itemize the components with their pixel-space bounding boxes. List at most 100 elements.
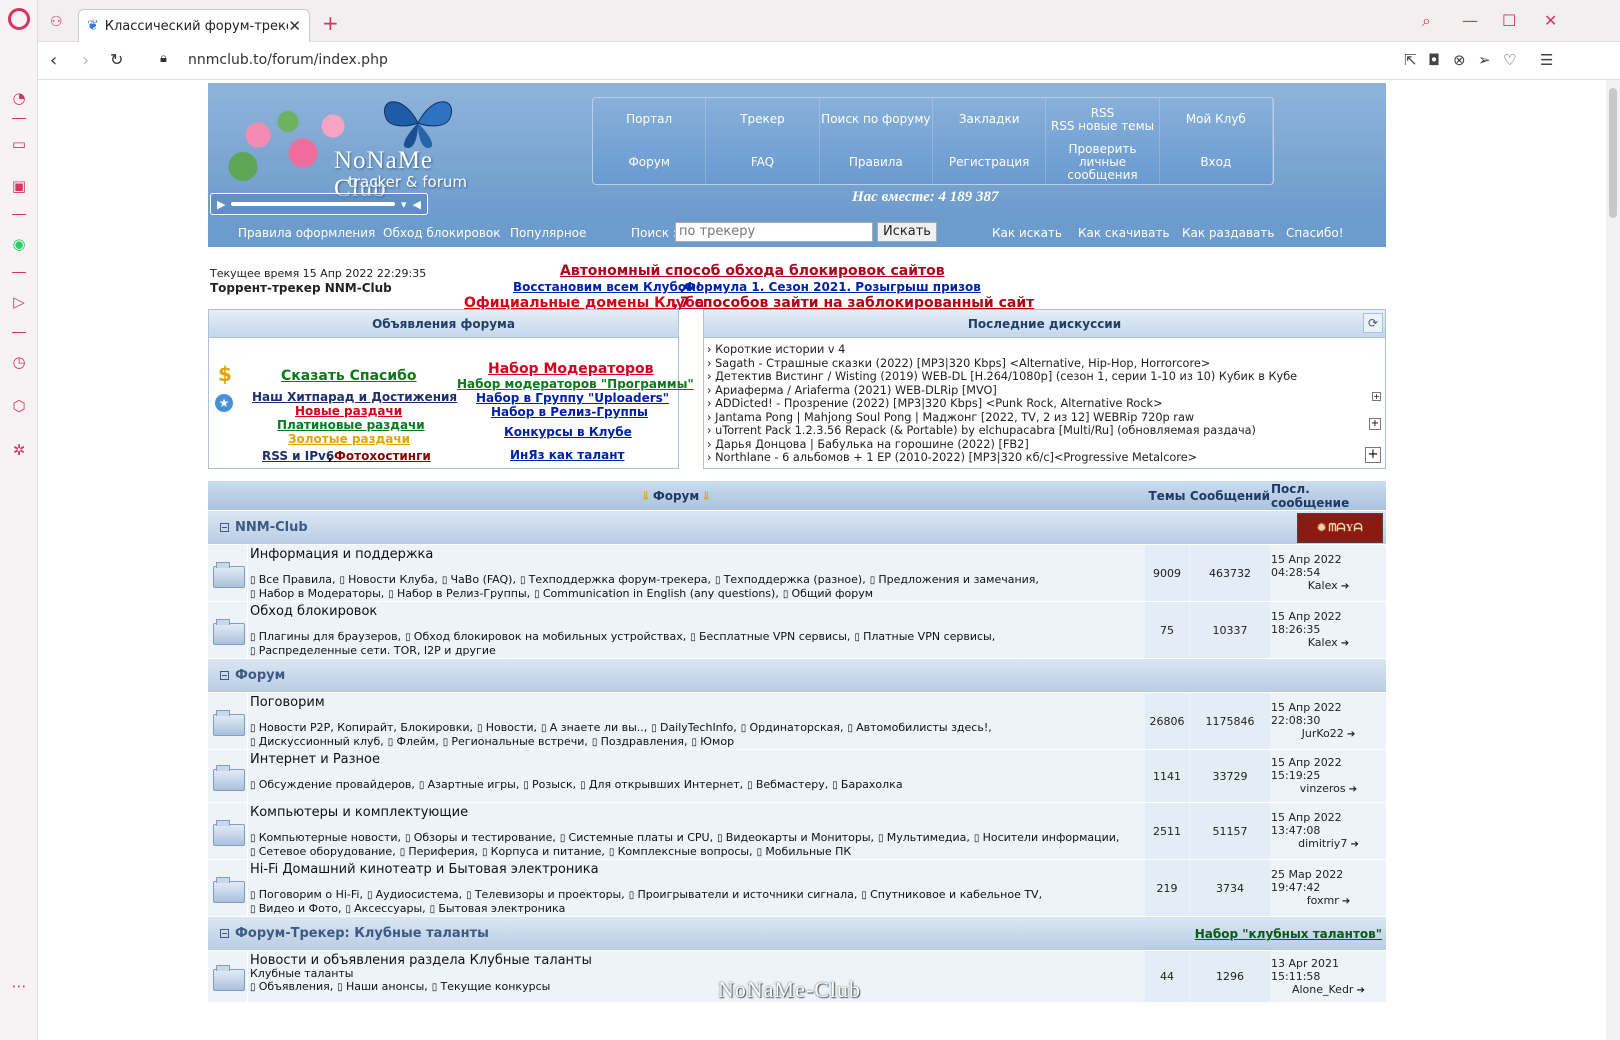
release-groups-link[interactable]: Набор в Релиз-Группы (491, 405, 648, 419)
announce-formula1-link[interactable]: Формула 1. Сезон 2021. Розыгрыш призов (684, 280, 981, 294)
subnav-thanks[interactable]: Спасибо! (1286, 226, 1344, 240)
forum-title-link[interactable]: Интернет и Разное (250, 752, 380, 767)
briefcase-icon[interactable]: ▭ (9, 134, 29, 154)
discussion-item[interactable]: › Короткие истории v 4 (707, 343, 845, 356)
expand-small-icon[interactable]: + (1372, 392, 1381, 401)
goto-last-post-icon[interactable]: ➔ (1344, 729, 1355, 740)
back-icon[interactable]: ‹ (50, 50, 57, 71)
contests-link[interactable]: Конкурсы в Клубе (504, 425, 632, 439)
new-releases-link[interactable]: Новые раздачи (295, 404, 402, 418)
subforum-link[interactable]: Азартные игры, (419, 778, 519, 791)
subnav-how-seed[interactable]: Как раздавать (1182, 226, 1274, 240)
expand-large-icon[interactable]: + (1365, 447, 1381, 463)
url-field[interactable]: nnmclub.to/forum/index.php (188, 52, 388, 68)
last-post-user-link[interactable]: dimitriy7 (1298, 837, 1347, 850)
subforum-link[interactable]: Региональные встречи, (443, 735, 588, 748)
menu-icon[interactable]: ☰ (1540, 51, 1553, 69)
new-tab-icon[interactable]: + (322, 11, 339, 35)
subforum-link[interactable]: Объявления, (250, 980, 333, 993)
subforum-link[interactable]: Мультимедиа, (878, 831, 970, 844)
subforum-link[interactable]: Поговорим о Hi-Fi, (250, 888, 363, 901)
forum-title-link[interactable]: Компьютеры и комплектующие (250, 805, 468, 820)
goto-last-post-icon[interactable]: ➔ (1346, 784, 1357, 795)
forum-title-link[interactable]: Поговорим (250, 695, 325, 710)
collapse-icon[interactable] (220, 671, 229, 680)
collapse-icon[interactable] (220, 523, 229, 532)
subforum-link[interactable]: Набор в Релиз-Группы, (388, 587, 530, 600)
play-icon[interactable]: ▶ (217, 198, 225, 211)
subforum-link[interactable]: Обсуждение провайдеров, (250, 778, 415, 791)
subforum-link[interactable]: Техподдержка (разное), (715, 573, 866, 586)
forward-icon[interactable]: › (82, 50, 89, 71)
nav-register[interactable]: Регистрация (933, 141, 1047, 184)
browser-tab[interactable]: ❦ Классический форум-трекер ✕ (78, 9, 310, 42)
last-post-user-link[interactable]: vinzeros (1300, 782, 1346, 795)
maximize-icon[interactable]: ☐ (1502, 11, 1516, 30)
discussion-item[interactable]: › uTorrent Pack 1.2.3.56 Repack (& Porta… (707, 424, 1256, 437)
dropdown-icon[interactable]: ▾ (401, 198, 407, 211)
subforum-link[interactable]: Видео и Фото, (250, 902, 341, 915)
goto-last-post-icon[interactable]: ➔ (1347, 839, 1359, 850)
announce-bypass-link[interactable]: Автономный способ обхода блокировок сайт… (560, 263, 945, 279)
subforum-link[interactable]: Спутниковое и кабельное TV, (861, 888, 1042, 901)
goto-last-post-icon[interactable]: ➔ (1339, 896, 1350, 907)
audio-player[interactable]: ▶ ▾ ◀ (210, 193, 428, 215)
goto-last-post-icon[interactable]: ➔ (1338, 581, 1349, 592)
photo-hosting-link[interactable]: Фотохостинги (334, 449, 431, 463)
discussion-item[interactable]: › Дарья Донцова | Бабулька на горошине (… (707, 438, 1029, 451)
discussion-item[interactable]: › Ариаферма / Ariaferma (2021) WEB-DLRip… (707, 384, 997, 397)
moderators-programs-link[interactable]: Набор модераторов "Программы" (457, 377, 694, 391)
reload-icon[interactable]: ↻ (110, 50, 123, 69)
last-post-user-link[interactable]: Alone_Kedr (1292, 983, 1354, 996)
forum-title-link[interactable]: Информация и поддержка (250, 547, 433, 562)
gamepad-icon[interactable]: ⚇ (50, 14, 63, 30)
subforum-link[interactable]: Компьютерные новости, (250, 831, 401, 844)
heart-icon[interactable]: ♡ (1503, 51, 1516, 69)
subforum-link[interactable]: Видеокарты и Мониторы, (717, 831, 874, 844)
subforum-link[interactable]: Communication in English (any questions)… (534, 587, 779, 600)
subforum-link[interactable]: Проигрыватели и источники сигнала, (629, 888, 858, 901)
subforum-link[interactable]: Обход блокировок на мобильных устройства… (405, 630, 686, 643)
last-post-user-link[interactable]: JurKo22 (1302, 727, 1344, 740)
nav-forum-search[interactable]: Поиск по форуму (820, 98, 933, 141)
subforum-link[interactable]: Общий форум (783, 587, 873, 600)
subforum-link[interactable]: Все Правила, (250, 573, 335, 586)
subforum-link[interactable]: Аудиосистема, (367, 888, 462, 901)
subforum-link[interactable]: Розыск, (523, 778, 576, 791)
subforum-link[interactable]: Комплексные вопросы, (609, 845, 753, 858)
close-tab-icon[interactable]: ✕ (288, 17, 301, 35)
camera-icon[interactable]: ◘ (1428, 51, 1440, 69)
subforum-link[interactable]: Сетевое оборудование, (250, 845, 396, 858)
subforum-link[interactable]: Новости, (477, 721, 537, 734)
subforum-link[interactable]: Системные платы и CPU, (560, 831, 713, 844)
category-forum[interactable]: Форум (208, 659, 1144, 692)
subforum-link[interactable]: Обзоры и тестирование, (405, 831, 556, 844)
announce-restore-link[interactable]: Восстановим всем Клубом! (513, 280, 701, 294)
say-thanks-link[interactable]: Сказать Спасибо (281, 368, 417, 384)
discussion-item[interactable]: › ADDicted! - Прозрение (2022) [MP3|320 … (707, 397, 1163, 410)
opera-logo-icon[interactable] (8, 8, 30, 30)
forum-title-link[interactable]: Обход блокировок (250, 604, 377, 619)
cube-icon[interactable]: ⬡ (9, 396, 29, 416)
lock-icon[interactable]: 🔒︎ (160, 51, 167, 66)
subforum-link[interactable]: Бесплатные VPN сервисы, (690, 630, 850, 643)
subforum-link[interactable]: Плагины для браузеров, (250, 630, 401, 643)
search-icon[interactable]: ⌕ (1422, 11, 1431, 31)
subnav-how-search[interactable]: Как искать (992, 226, 1062, 240)
nav-login[interactable]: Вход (1160, 141, 1273, 184)
progress-bar[interactable] (231, 202, 395, 206)
twitch-icon[interactable]: ▣ (9, 176, 29, 196)
subforum-link[interactable]: Юмор (691, 735, 734, 748)
subforum-link[interactable]: Для открывших Интернет, (580, 778, 743, 791)
subforum-link[interactable]: Периферия, (400, 845, 478, 858)
subforum-link[interactable]: А знаете ли вы.., (541, 721, 647, 734)
category-nnm-club[interactable]: NNM-Club (208, 511, 1144, 544)
hitparade-link[interactable]: Наш Хитпарад и Достижения (252, 390, 457, 404)
rss-ipv6-link[interactable]: RSS и IPv6 (262, 449, 334, 463)
nav-rss[interactable]: RSS RSS новые темы (1046, 98, 1160, 141)
subforum-link[interactable]: Дискуссионный клуб, (250, 735, 384, 748)
subforum-link[interactable]: Корпуса и питание, (482, 845, 605, 858)
discussion-item[interactable]: › Northlane - 6 альбомов + 1 EP (2010-20… (707, 451, 1197, 464)
subnav-bypass[interactable]: Обход блокировок (383, 226, 500, 240)
whatsapp-icon[interactable]: ◉ (9, 234, 29, 254)
